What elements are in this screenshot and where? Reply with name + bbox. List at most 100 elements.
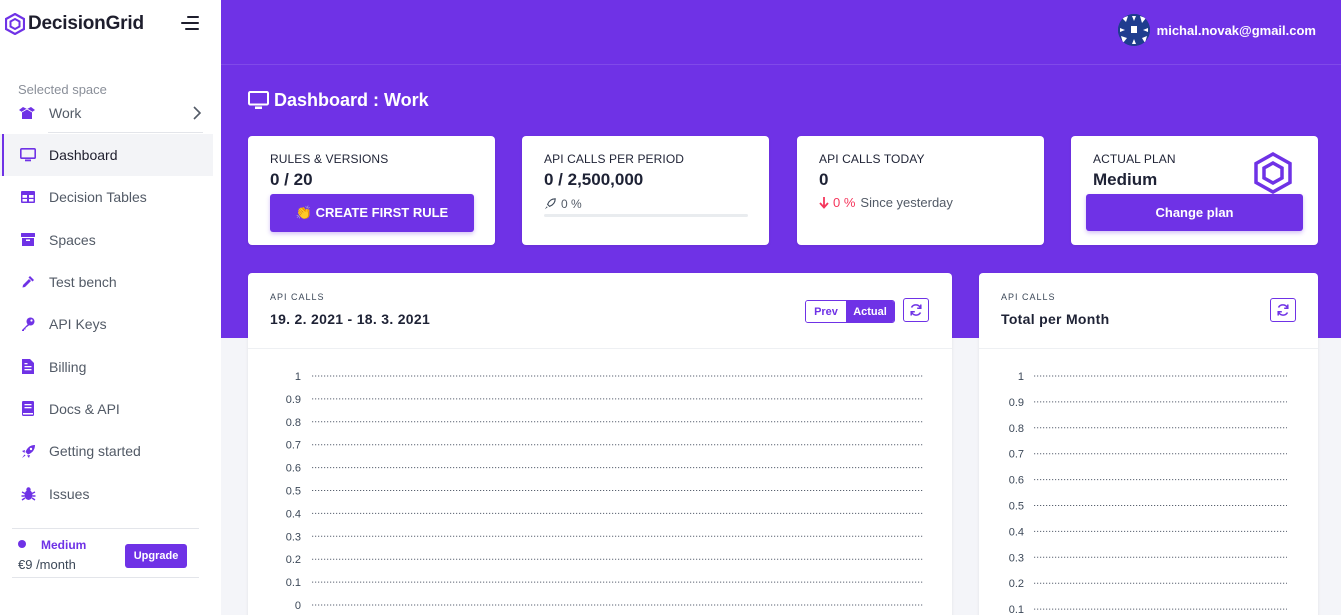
space-caption: Selected space — [18, 82, 107, 97]
space-selector[interactable]: Work — [18, 102, 202, 124]
sidebar: DecisionGrid Selected space Work Dashboa… — [0, 0, 221, 615]
api-today-caption: API CALLS TODAY — [819, 152, 925, 166]
y-tick-label: 0.8 — [286, 417, 301, 429]
rules-card: RULES & VERSIONS 0 / 20 👏 CREATE FIRST R… — [248, 136, 495, 245]
sidebar-item-billing[interactable]: Billing — [0, 345, 221, 387]
api-period-card: API CALLS PER PERIOD 0 / 2,500,000 0 % — [522, 136, 769, 245]
y-tick-label: 0.4 — [286, 508, 301, 520]
hexagon-logo-icon — [1254, 152, 1292, 194]
api-period-progress — [544, 214, 748, 217]
api-today-value: 0 — [819, 170, 829, 189]
space-name: Work — [49, 105, 82, 121]
book-icon — [20, 401, 36, 417]
y-tick-label: 0.5 — [286, 486, 301, 498]
sidebar-item-label: Issues — [49, 485, 90, 502]
eyedropper-icon — [20, 274, 36, 290]
change-plan-button[interactable]: Change plan — [1086, 194, 1303, 231]
menu-toggle-icon[interactable] — [181, 16, 199, 30]
chevron-right-icon — [193, 106, 202, 120]
sidebar-item-label: API Keys — [49, 316, 107, 333]
y-tick-label: 1 — [295, 371, 301, 383]
divider — [12, 528, 199, 529]
upgrade-button[interactable]: Upgrade — [125, 544, 187, 568]
api-period-caption: API CALLS PER PERIOD — [544, 152, 685, 166]
y-tick-label: 0.2 — [1009, 578, 1024, 590]
api-period-value: 0 / 2,500,000 — [544, 170, 644, 189]
sidebar-item-label: Test bench — [49, 274, 117, 291]
api-period-percent: 0 % — [544, 197, 582, 211]
api-today-change-percent: 0 % — [833, 195, 856, 210]
table-icon — [20, 189, 36, 205]
y-tick-label: 0.1 — [1009, 604, 1024, 615]
box-icon — [20, 232, 36, 248]
api-today-change-text: Since yesterday — [860, 195, 953, 210]
brand[interactable]: DecisionGrid — [5, 12, 144, 36]
page-title-text: Dashboard : Work — [274, 89, 429, 110]
sidebar-nav: Dashboard Decision Tables Spaces Test be… — [0, 134, 221, 515]
y-tick-label: 0.3 — [1009, 552, 1024, 564]
rules-value: 0 / 20 — [270, 170, 313, 189]
sidebar-item-docs[interactable]: Docs & API — [0, 388, 221, 430]
plan-status-dot — [18, 540, 26, 548]
api-calls-chart-card: API CALLS 19. 2. 2021 - 18. 3. 2021 Prev… — [248, 273, 952, 615]
create-first-rule-button[interactable]: 👏 CREATE FIRST RULE — [270, 194, 474, 232]
rocket-icon — [544, 198, 556, 210]
y-tick-label: 0.3 — [286, 531, 301, 543]
bug-icon — [20, 486, 36, 502]
y-tick-label: 0.2 — [286, 554, 301, 566]
plan-price: €9 /month — [18, 557, 76, 572]
sidebar-item-label: Decision Tables — [49, 189, 147, 206]
api-period-percent-label: 0 % — [561, 197, 582, 211]
sidebar-item-spaces[interactable]: Spaces — [0, 219, 221, 261]
box-open-icon — [19, 107, 35, 119]
y-tick-label: 0.7 — [1009, 449, 1024, 461]
y-tick-label: 0.6 — [286, 463, 301, 475]
divider — [12, 577, 199, 578]
sidebar-item-test-bench[interactable]: Test bench — [0, 261, 221, 303]
monthly-chart: 1 0.9 0.8 0.7 0.6 0.5 0.4 0.3 0.2 0.1 — [1009, 371, 1287, 615]
divider — [48, 132, 203, 133]
y-tick-label: 0.9 — [286, 394, 301, 406]
sidebar-item-label: Billing — [49, 358, 87, 375]
y-tick-label: 0 — [295, 600, 301, 612]
plan-card: ACTUAL PLAN Medium Change plan — [1071, 136, 1318, 245]
y-tick-label: 0.6 — [1009, 475, 1024, 487]
invoice-icon — [20, 359, 36, 375]
rocket-icon — [20, 443, 36, 459]
monitor-icon — [248, 90, 269, 109]
divider — [221, 64, 1341, 65]
user-email: michal.novak@gmail.com — [1156, 22, 1316, 38]
y-tick-label: 1 — [1018, 371, 1024, 383]
y-tick-label: 0.7 — [286, 440, 301, 452]
monitor-icon — [20, 147, 36, 163]
sidebar-item-label: Spaces — [49, 231, 96, 248]
rules-caption: RULES & VERSIONS — [270, 152, 389, 166]
sidebar-item-label: Getting started — [49, 443, 141, 460]
y-tick-label: 0.1 — [286, 577, 301, 589]
api-today-change: 0 % Since yesterday — [819, 195, 953, 210]
sidebar-item-issues[interactable]: Issues — [0, 472, 221, 514]
sidebar-item-label: Dashboard — [49, 147, 118, 164]
sidebar-item-getting-started[interactable]: Getting started — [0, 430, 221, 472]
hexagon-logo-icon — [5, 13, 25, 35]
sidebar-item-decision-tables[interactable]: Decision Tables — [0, 176, 221, 218]
page-title: Dashboard : Work — [248, 88, 429, 112]
avatar — [1117, 14, 1150, 46]
sidebar-item-dashboard[interactable]: Dashboard — [0, 134, 213, 177]
y-tick-label: 0.8 — [1009, 423, 1024, 435]
brand-name: DecisionGrid — [28, 13, 144, 34]
api-today-card: API CALLS TODAY 0 0 % Since yesterday — [797, 136, 1044, 245]
y-tick-label: 0.5 — [1009, 501, 1024, 513]
plan-value: Medium — [1093, 170, 1158, 189]
plan-name: Medium — [41, 538, 87, 552]
sidebar-item-api-keys[interactable]: API Keys — [0, 303, 221, 345]
y-tick-label: 0.4 — [1009, 526, 1024, 538]
sidebar-item-label: Docs & API — [49, 400, 120, 417]
y-tick-label: 0.9 — [1009, 397, 1024, 409]
api-calls-chart: 1 0.9 0.8 0.7 0.6 0.5 0.4 0.3 0.2 0.1 0 — [286, 371, 924, 612]
arrow-down-icon — [819, 196, 829, 209]
user-menu[interactable]: michal.novak@gmail.com — [1117, 14, 1316, 46]
monthly-chart-card: API CALLS Total per Month 1 0.9 0.8 0.7 0.6 0… — [979, 273, 1318, 615]
key-icon — [20, 316, 36, 332]
plan-caption: ACTUAL PLAN — [1093, 152, 1176, 166]
